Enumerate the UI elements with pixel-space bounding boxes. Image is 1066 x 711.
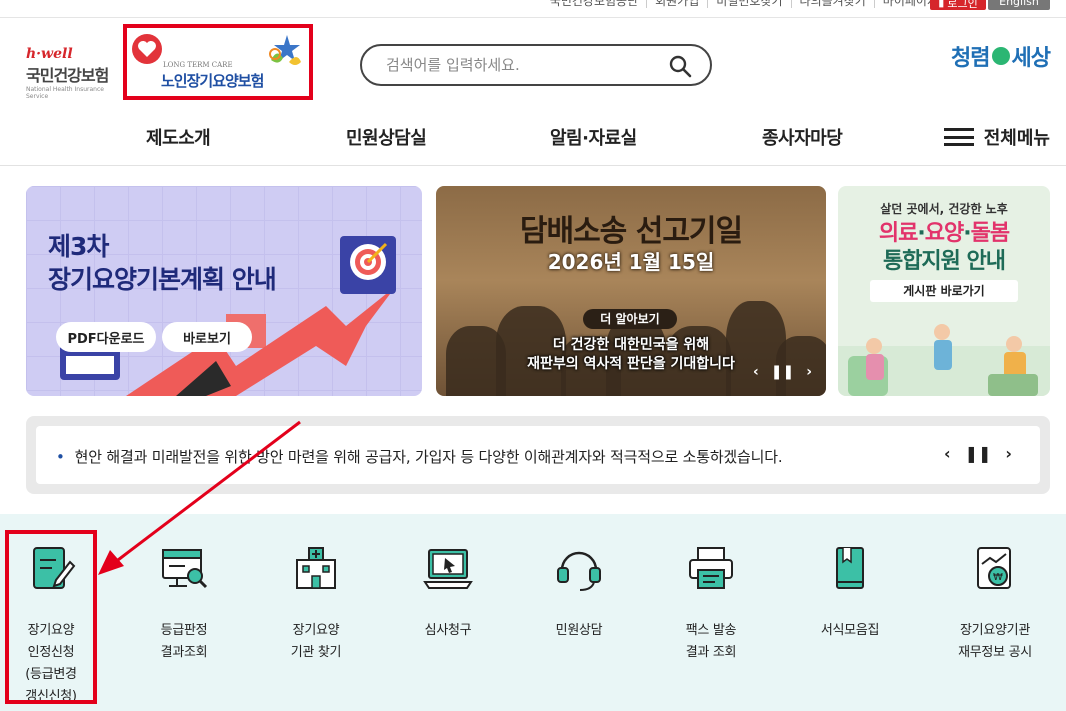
slogan-globe-icon [991, 47, 1010, 65]
slogan-left: 청렴 [951, 46, 990, 71]
util-link-join[interactable]: 회원가입 [646, 0, 707, 8]
banner-care-subtitle: 살던 곳에서, 건강한 노후 [880, 202, 1008, 216]
login-button[interactable]: ▮ 로그인 [930, 0, 986, 10]
star-logo-icon [269, 35, 301, 65]
nhis-logo-hwell: h·well [26, 46, 73, 62]
quick-item-consultation[interactable]: 민원상담 [519, 544, 639, 642]
quick-label: 등급판정 결과조회 [160, 623, 208, 660]
hospital-icon [296, 547, 336, 589]
fax-icon [689, 547, 733, 589]
notice-controls: ‹ ❚❚ › [944, 444, 1012, 463]
nhis-logo-en: National Health Insurance Service [26, 86, 104, 100]
care-title-care: 요양 [924, 221, 964, 246]
hamburger-icon [943, 128, 974, 146]
quick-item-fax-result[interactable]: 팩스 발송 결과 조회 [651, 544, 771, 664]
utility-bar: 국민건강보험공단 회원가입 비밀번호찾기 나의즐겨찾기 마이페이지 ▮ 로그인 … [0, 0, 1066, 18]
login-label: 로그인 [947, 0, 978, 10]
pdf-download-button[interactable]: PDF다운로드 [56, 322, 156, 352]
quick-label: 민원상담 [555, 623, 603, 638]
nav-item-notice[interactable]: 알림·자료실 [550, 124, 637, 150]
chevron-right-icon[interactable]: › [806, 364, 812, 380]
chevron-left-icon[interactable]: ‹ [753, 364, 759, 380]
nhis-logo-kr: 국민건강보험 [26, 66, 109, 85]
notice-text[interactable]: 현안 해결과 미래발전을 위한 방안 마련을 위해 공급자, 가입자 등 다양한… [56, 446, 783, 467]
search-box [360, 44, 712, 86]
slogan-right: 세상 [1011, 46, 1051, 71]
ltc-logo-highlight[interactable]: LONG TERM CARE 노인장기요양보험 [123, 24, 313, 100]
quick-item-review-claim[interactable]: 심사청구 [388, 544, 508, 642]
quick-label: 장기요양 기관 찾기 [290, 623, 342, 660]
main-navigation: 제도소개 민원상담실 알림·자료실 종사자마당 전체메뉴 [0, 110, 1066, 166]
view-button[interactable]: 바로보기 [162, 322, 252, 352]
care-title-support: 돌봄 [970, 221, 1010, 246]
all-menu-label: 전체메뉴 [983, 128, 1050, 149]
quick-item-forms[interactable]: 서식모음집 [790, 544, 910, 642]
banner-tobacco-lawsuit[interactable]: 담배소송 선고기일 2026년 1월 15일 더 알아보기 더 건강한 대한민국… [436, 186, 826, 396]
banner-controls: ‹ ❚❚ › [753, 364, 812, 380]
quick-label: 팩스 발송 결과 조회 [685, 623, 737, 660]
english-button[interactable]: English [988, 0, 1050, 10]
banner-tobacco-title: 담배소송 선고기일 [519, 214, 743, 249]
notice-ticker: 현안 해결과 미래발전을 위한 방안 마련을 위해 공급자, 가입자 등 다양한… [26, 416, 1050, 494]
search-input[interactable] [386, 55, 666, 75]
pause-icon[interactable]: ❚❚ [965, 444, 992, 463]
heart-logo-icon [132, 34, 162, 64]
care-title-medical: 의료 [878, 221, 918, 246]
nav-item-civil[interactable]: 민원상담실 [346, 124, 427, 150]
banner-integrated-care[interactable]: 살던 곳에서, 건강한 노후 의료·요양·돌봄 통합지원 안내 게시판 바로가기 [838, 186, 1050, 396]
quick-menu: 장기요양 인정신청 (등급변경 갱신신청) 등급판정 결과조회 장기요양 기관 … [0, 514, 1066, 711]
notice-panel: 현안 해결과 미래발전을 위한 방안 마련을 위해 공급자, 가입자 등 다양한… [36, 426, 1040, 484]
chevron-left-icon[interactable]: ‹ [944, 444, 951, 463]
pause-icon[interactable]: ❚❚ [771, 364, 794, 380]
ltc-logo-en: LONG TERM CARE [163, 61, 233, 69]
integrity-slogan: 청렴 세상 [951, 40, 1051, 72]
laptop-cursor-icon [423, 549, 473, 589]
svg-text:₩: ₩ [993, 572, 1003, 583]
quick-label: 서식모음집 [820, 623, 880, 638]
quick-label: 장기요양기관 재무정보 공시 [958, 623, 1032, 660]
util-link-nhis[interactable]: 국민건강보험공단 [542, 0, 646, 8]
nav-item-intro[interactable]: 제도소개 [146, 124, 211, 150]
board-shortcut-button[interactable]: 게시판 바로가기 [870, 280, 1018, 302]
certification-highlight [5, 530, 97, 704]
util-link-favorites[interactable]: 나의즐겨찾기 [790, 0, 874, 8]
nhis-logo[interactable]: h·well 국민건강보험 National Health Insurance … [26, 46, 126, 100]
lock-icon: ▮ [938, 0, 945, 9]
nav-item-workers[interactable]: 종사자마당 [762, 124, 843, 150]
finance-doc-icon: ₩ [977, 547, 1011, 589]
care-title-sep: · [963, 221, 971, 246]
quick-item-financial-disclosure[interactable]: ₩ 장기요양기관 재무정보 공시 [935, 544, 1055, 664]
chevron-right-icon[interactable]: › [1005, 444, 1012, 463]
book-icon [836, 547, 864, 589]
monitor-search-icon [162, 549, 208, 589]
quick-item-find-facility[interactable]: 장기요양 기관 찾기 [256, 544, 376, 664]
quick-item-grade-result[interactable]: 등급판정 결과조회 [124, 544, 244, 664]
care-illustration [838, 324, 1050, 396]
all-menu-button[interactable]: 전체메뉴 [943, 124, 1050, 150]
banner-tobacco-date: 2026년 1월 15일 [547, 250, 715, 274]
banner-long-term-plan[interactable]: 제3차 장기요양기본계획 안내 PDF다운로드 바로보기 [26, 186, 422, 396]
learn-more-button[interactable]: 더 알아보기 [583, 309, 677, 329]
ltc-logo-kr: 노인장기요양보험 [161, 72, 264, 90]
banner-plan-title: 제3차 장기요양기본계획 안내 [48, 232, 277, 294]
utility-links: 국민건강보험공단 회원가입 비밀번호찾기 나의즐겨찾기 마이페이지 [542, 0, 946, 8]
headset-icon [557, 551, 601, 591]
banner-care-title: 의료·요양·돌봄 통합지원 안내 [838, 220, 1050, 276]
util-link-password[interactable]: 비밀번호찾기 [707, 0, 790, 8]
target-icon [340, 236, 396, 294]
search-icon[interactable] [668, 54, 692, 78]
care-title-sep: · [917, 221, 925, 246]
care-title-line2: 통합지원 안내 [882, 249, 1006, 274]
quick-label: 심사청구 [424, 623, 472, 638]
